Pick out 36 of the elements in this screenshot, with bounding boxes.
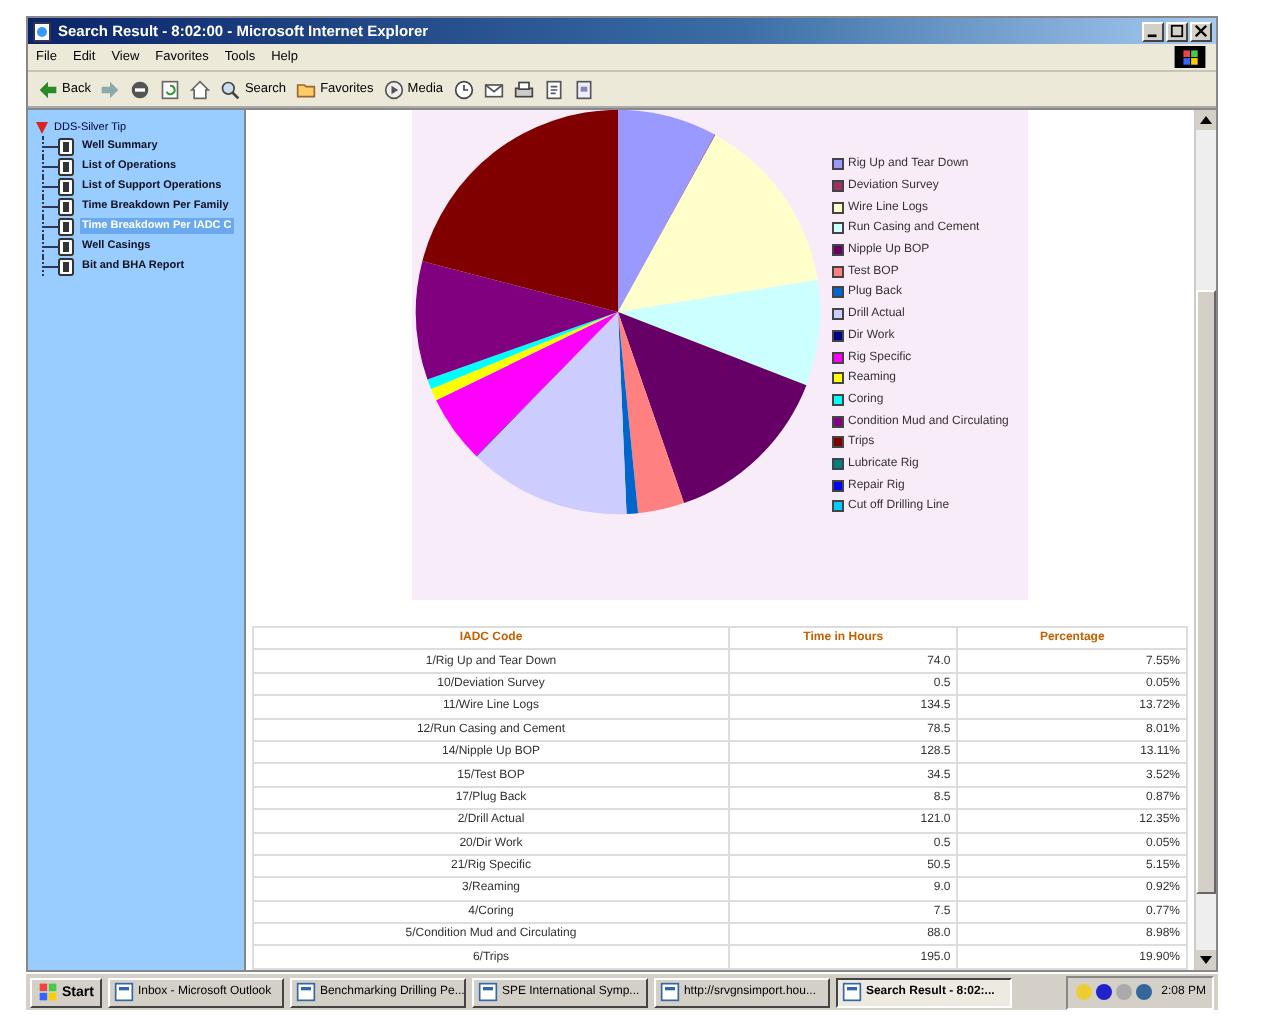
window-icon	[113, 982, 134, 1002]
window-icon	[477, 982, 498, 1002]
document-icon	[543, 79, 564, 99]
window-icon	[295, 982, 316, 1002]
document-button[interactable]	[571, 79, 596, 99]
home-icon	[190, 79, 211, 99]
maximize-icon	[1170, 24, 1184, 38]
stop-icon	[130, 79, 151, 99]
stop-button[interactable]	[128, 79, 153, 99]
document-icon	[573, 79, 594, 99]
arrow-left-icon	[38, 79, 58, 99]
close-button[interactable]	[1190, 21, 1212, 41]
tray-icons	[1073, 982, 1154, 1002]
envelope-button[interactable]	[481, 79, 506, 99]
document-button[interactable]	[541, 79, 566, 99]
folder-icon	[296, 79, 317, 99]
refresh-button[interactable]	[158, 79, 183, 99]
arrow-right-icon	[100, 79, 121, 99]
maximize-button[interactable]	[1166, 21, 1188, 41]
windows-logo-icon	[38, 982, 58, 1002]
minimize-button[interactable]	[1142, 21, 1164, 41]
page-icon	[32, 21, 52, 41]
printer-icon	[513, 79, 534, 99]
window-icon	[841, 982, 862, 1002]
scroll-down-icon[interactable]	[1200, 956, 1212, 964]
search-icon	[220, 79, 241, 99]
refresh-icon	[160, 79, 181, 99]
home-button[interactable]	[188, 79, 213, 99]
close-icon	[1194, 24, 1208, 38]
printer-button[interactable]	[511, 79, 536, 99]
scrollbar[interactable]	[1194, 110, 1216, 970]
windows-logo-icon	[1172, 46, 1208, 68]
window-icon	[659, 982, 680, 1002]
envelope-icon	[483, 79, 504, 99]
expander-icon[interactable]	[36, 121, 48, 133]
scroll-up-icon[interactable]	[1200, 116, 1212, 124]
